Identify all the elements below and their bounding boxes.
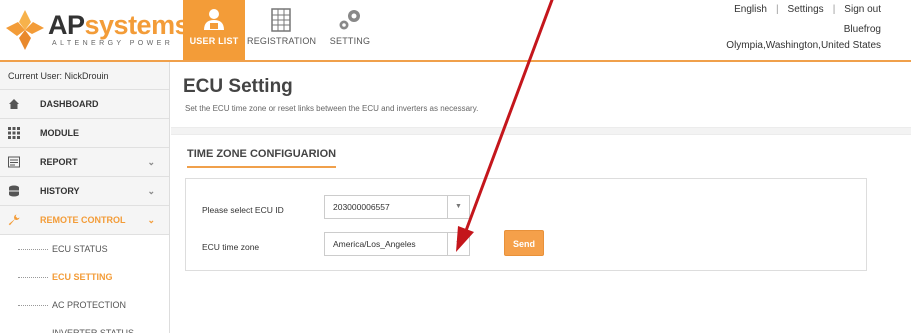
tab-setting[interactable]: SETTING bbox=[322, 0, 378, 60]
dropdown-arrow-icon[interactable]: ▼ bbox=[447, 233, 469, 255]
tab-registration[interactable]: REGISTRATION bbox=[247, 0, 316, 60]
chevron-down-icon: ⌄ bbox=[147, 157, 155, 167]
user-location: Olympia,Washington,United States bbox=[726, 40, 881, 51]
signout-link[interactable]: Sign out bbox=[844, 4, 881, 15]
ecu-id-select[interactable]: 203000006557 ▼ bbox=[324, 195, 470, 219]
dropdown-arrow-icon[interactable]: ▼ bbox=[447, 196, 469, 218]
tab-user-list[interactable]: USER LIST bbox=[183, 0, 245, 60]
sidebar-item-remote-control[interactable]: REMOTE CONTROL ⌄ bbox=[0, 206, 169, 235]
sidebar-subitem-inverter-status[interactable]: INVERTER STATUS bbox=[0, 319, 169, 333]
sidebar-subitem-ecu-setting[interactable]: ECU SETTING bbox=[0, 263, 169, 291]
timezone-form-panel: Please select ECU ID 203000006557 ▼ ECU … bbox=[185, 178, 867, 271]
section-title: TIME ZONE CONFIGUARION bbox=[187, 148, 337, 168]
sidebar: Current User: NickDrouin DASHBOARD MODUL… bbox=[0, 62, 170, 333]
registration-grid-icon bbox=[271, 8, 291, 32]
database-icon bbox=[9, 185, 19, 197]
send-button[interactable]: Send bbox=[504, 230, 544, 256]
link-separator: | bbox=[832, 4, 836, 15]
chevron-down-icon: ⌄ bbox=[147, 186, 155, 196]
ecu-id-value: 203000006557 bbox=[333, 202, 390, 212]
sidebar-item-label: REMOTE CONTROL bbox=[40, 215, 126, 225]
main-content: ECU Setting Set the ECU time zone or res… bbox=[171, 62, 911, 333]
timezone-label: ECU time zone bbox=[202, 242, 260, 252]
sidebar-item-label: REPORT bbox=[40, 157, 78, 167]
sidebar-subitem-ac-protection-parameters[interactable]: AC PROTECTION PARAMETERS bbox=[0, 291, 169, 333]
timezone-value: America/Los_Angeles bbox=[333, 239, 416, 249]
current-user-label: Current User: NickDrouin bbox=[0, 62, 169, 90]
top-header: APsystems ALTENERGY POWER USER LIST REGI… bbox=[0, 0, 911, 62]
sidebar-item-dashboard[interactable]: DASHBOARD bbox=[0, 90, 169, 119]
gears-icon bbox=[339, 10, 360, 30]
apsystems-logo-icon bbox=[6, 10, 44, 50]
sidebar-item-label: DASHBOARD bbox=[40, 99, 99, 109]
home-icon bbox=[9, 99, 19, 109]
wrench-icon bbox=[8, 214, 20, 226]
settings-link[interactable]: Settings bbox=[788, 4, 824, 15]
page-description: Set the ECU time zone or reset links bet… bbox=[185, 104, 479, 113]
sidebar-item-label: MODULE bbox=[40, 128, 79, 138]
language-link[interactable]: English bbox=[734, 4, 767, 15]
sidebar-item-report[interactable]: REPORT ⌄ bbox=[0, 148, 169, 177]
sidebar-item-label: HISTORY bbox=[40, 186, 80, 196]
chevron-down-icon: ⌄ bbox=[147, 215, 155, 225]
report-icon bbox=[8, 156, 20, 168]
ecu-id-label: Please select ECU ID bbox=[202, 205, 284, 215]
grid-icon bbox=[8, 127, 20, 139]
link-separator: | bbox=[775, 4, 779, 15]
top-links: English | Settings | Sign out bbox=[734, 4, 881, 15]
users-icon bbox=[204, 9, 224, 30]
logo-tagline: ALTENERGY POWER bbox=[52, 40, 174, 47]
sidebar-subitem-ecu-status[interactable]: ECU STATUS bbox=[0, 235, 169, 263]
logo-wordmark: APsystems bbox=[48, 10, 190, 40]
user-name: Bluefrog bbox=[843, 24, 881, 35]
apsystems-logo[interactable]: APsystems ALTENERGY POWER bbox=[4, 6, 190, 54]
page-title: ECU Setting bbox=[183, 76, 293, 97]
timezone-select[interactable]: America/Los_Angeles ▼ bbox=[324, 232, 470, 256]
section-divider bbox=[171, 127, 911, 135]
sidebar-item-module[interactable]: MODULE bbox=[0, 119, 169, 148]
sidebar-item-history[interactable]: HISTORY ⌄ bbox=[0, 177, 169, 206]
